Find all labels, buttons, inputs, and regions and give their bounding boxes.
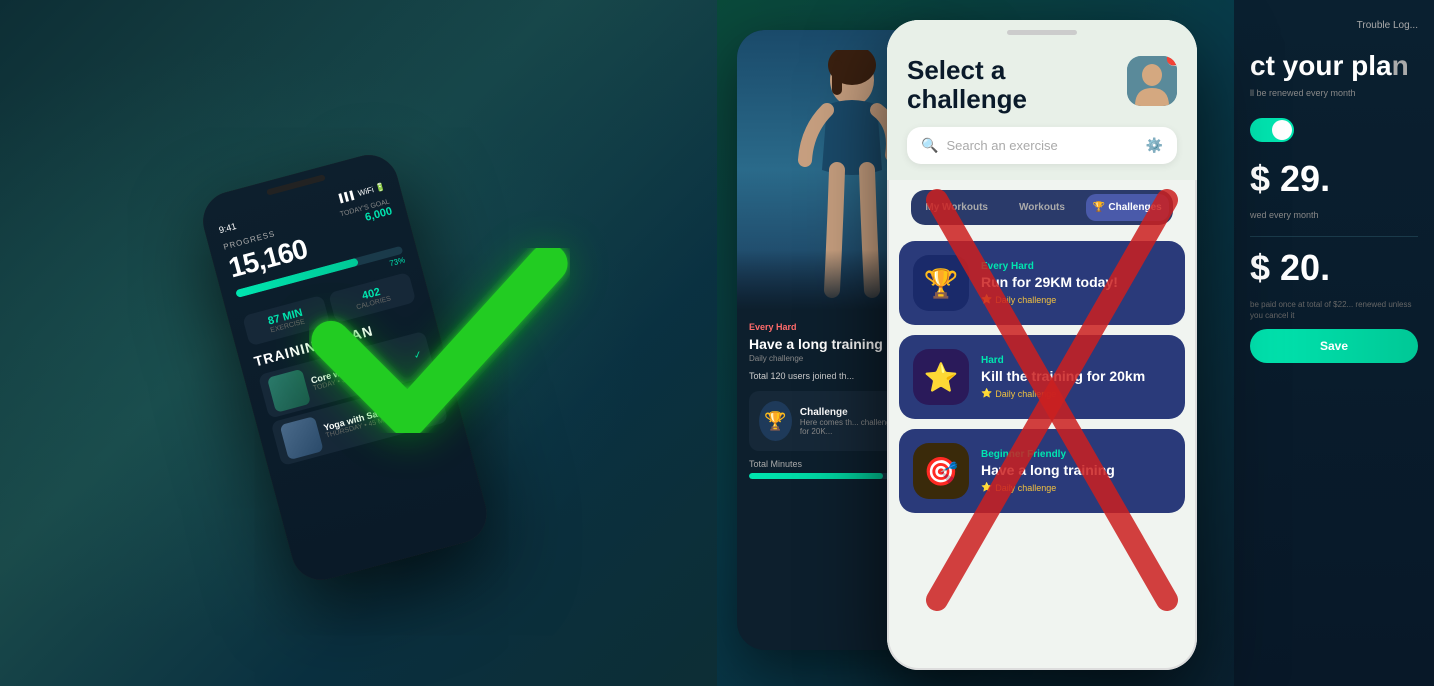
challenges-tab-icon: 🏆 — [1093, 202, 1105, 213]
challenge-title-1: Run for 29KM today! — [981, 274, 1171, 291]
challenge-info-2: Hard Kill the training for 20km ⭐ Daily … — [981, 355, 1171, 399]
price-1-sub: wed every month — [1250, 210, 1418, 220]
tabs-container: My Workouts Workouts 🏆Challenges — [911, 190, 1173, 225]
search-icon: 🔍 — [921, 137, 938, 154]
star-icon-2: ⭐ — [981, 388, 992, 399]
toggle-row — [1250, 118, 1418, 142]
challenge-card-1[interactable]: 🏆 Every Hard Run for 29KM today! ⭐ Daily… — [899, 241, 1185, 325]
challenges-list: 🏆 Every Hard Run for 29KM today! ⭐ Daily… — [887, 231, 1197, 670]
tab-challenges[interactable]: 🏆Challenges — [1086, 194, 1169, 221]
toggle-switch[interactable] — [1250, 118, 1294, 142]
minutes-bar-fill — [749, 473, 883, 479]
challenge-title-2: Kill the training for 20km — [981, 368, 1171, 385]
divider — [1250, 236, 1418, 237]
challenge-card-2[interactable]: ⭐ Hard Kill the training for 20km ⭐ Dail… — [899, 335, 1185, 419]
star-icon-3: ⭐ — [981, 482, 992, 493]
challenge-icon-1: 🏆 — [913, 255, 969, 311]
challenge-daily-2: ⭐ Daily challenge — [981, 388, 1171, 399]
workout-info-2: Yoga with Sarah THURSDAY • 45 MIN — [322, 394, 437, 440]
modal-header: Select achallenge ! 🔍 Search an exercise — [887, 20, 1197, 180]
search-placeholder-text: Search an exercise — [946, 138, 1137, 153]
phone-left-screen: 9:41 ▌▌▌ WiFi 🔋 PROGRESS 15,160 TODAY'S … — [196, 148, 493, 586]
challenge-difficulty-1: Every Hard — [981, 261, 1171, 272]
trouble-login[interactable]: Trouble Log... — [1250, 20, 1418, 31]
plan-subtitle: ll be renewed every month — [1250, 88, 1418, 98]
challenge-title-3: Have a long training — [981, 462, 1171, 479]
modal-title: Select achallenge — [907, 56, 1027, 113]
workout-thumb-1 — [266, 368, 310, 412]
right-section: Every Hard Have a long training Daily ch… — [717, 0, 1434, 686]
trophy-icon-bg: 🏆 — [759, 401, 792, 441]
time-display: 9:41 — [217, 221, 237, 235]
challenge-info-3: Beginner Friendly Have a long training ⭐… — [981, 449, 1171, 493]
tab-workouts[interactable]: Workouts — [1000, 194, 1083, 221]
challenge-icon-2: ⭐ — [913, 349, 969, 405]
tab-my-workouts[interactable]: My Workouts — [915, 194, 998, 221]
star-icon-1: ⭐ — [981, 294, 992, 305]
toggle-knob — [1272, 120, 1292, 140]
price-2-note: be paid once at total of $22... renewed … — [1250, 299, 1418, 321]
challenge-difficulty-2: Hard — [981, 355, 1171, 366]
challenge-info-1: Every Hard Run for 29KM today! ⭐ Daily c… — [981, 261, 1171, 305]
challenge-icon-3: 🎯 — [913, 443, 969, 499]
price-1: $ 29. — [1250, 158, 1418, 200]
pricing-panel: Trouble Log... ct your plan ll be renewe… — [1234, 0, 1434, 686]
search-row[interactable]: 🔍 Search an exercise ⚙️ — [907, 127, 1177, 164]
tabs-area: My Workouts Workouts 🏆Challenges — [887, 180, 1197, 231]
price-2: $ 20. — [1250, 247, 1418, 289]
workout-info-1: Core with Sarah TODAY • 30 MIN — [309, 350, 410, 392]
save-button[interactable]: Save — [1250, 329, 1418, 363]
filter-icon[interactable]: ⚙️ — [1146, 137, 1163, 154]
modal-title-row: Select achallenge ! — [907, 56, 1177, 113]
phone-left: 9:41 ▌▌▌ WiFi 🔋 PROGRESS 15,160 TODAY'S … — [196, 148, 493, 586]
challenge-daily-3: ⭐ Daily challenge — [981, 482, 1171, 493]
select-plan-title: ct your plan — [1250, 51, 1418, 82]
phone-fg-modal: Select achallenge ! 🔍 Search an exercise — [887, 20, 1197, 670]
signal-icons: ▌▌▌ WiFi 🔋 — [338, 182, 386, 203]
check-icon: ✓ — [412, 349, 423, 362]
challenge-difficulty-3: Beginner Friendly — [981, 449, 1171, 460]
left-section: 9:41 ▌▌▌ WiFi 🔋 PROGRESS 15,160 TODAY'S … — [0, 0, 717, 686]
challenge-card-3[interactable]: 🎯 Beginner Friendly Have a long training… — [899, 429, 1185, 513]
challenge-daily-1: ⭐ Daily challenge — [981, 294, 1171, 305]
avatar[interactable]: ! — [1127, 56, 1177, 106]
workout-thumb-2 — [279, 416, 323, 460]
